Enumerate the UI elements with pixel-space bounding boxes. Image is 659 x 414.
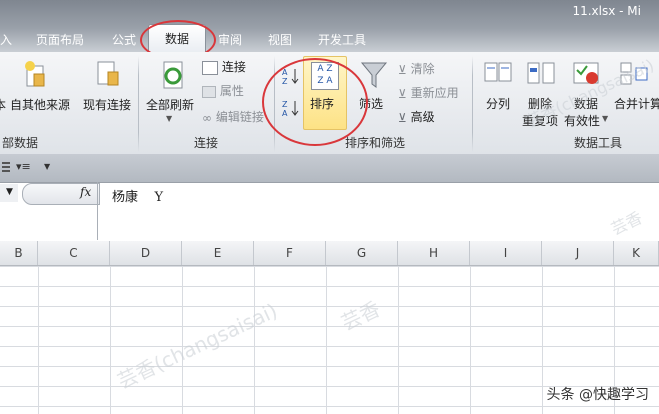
text-to-columns-icon xyxy=(484,60,512,88)
reapply-icon: ⊻ xyxy=(398,86,407,101)
tab-view[interactable]: 视图 xyxy=(268,30,292,50)
text-to-columns-button[interactable]: 分列 xyxy=(486,95,510,112)
refresh-all-icon xyxy=(160,60,188,92)
connections-label: 连接 xyxy=(221,60,246,74)
connections-button[interactable]: 连接 xyxy=(202,58,246,76)
other-sources-icon xyxy=(24,60,48,88)
advanced-button[interactable]: ⊻ 高级 xyxy=(398,108,435,126)
other-sources-button[interactable]: 自其他来源 xyxy=(10,96,70,113)
existing-connections-icon xyxy=(96,60,120,88)
column-header-b[interactable]: B xyxy=(0,241,38,265)
advanced-label: 高级 xyxy=(410,110,435,124)
validation-dropdown-icon[interactable]: ▼ xyxy=(602,114,608,123)
tab-insert[interactable]: 入 xyxy=(0,30,12,50)
fx-icon[interactable]: fx xyxy=(80,185,91,199)
column-header-i[interactable]: I xyxy=(470,241,542,265)
remove-duplicates-icon xyxy=(526,60,556,88)
group-label-connections: 连接 xyxy=(193,136,218,150)
edit-links-label: 编辑链接 xyxy=(215,110,264,124)
clear-label: 清除 xyxy=(410,62,435,76)
group-label-data-tools: 数据工具 xyxy=(573,136,622,150)
tab-developer[interactable]: 开发工具 xyxy=(318,30,366,50)
column-header-k[interactable]: K xyxy=(614,241,659,265)
highlight-circle-sort xyxy=(262,58,368,146)
formula-input[interactable]: 杨康 Y xyxy=(112,186,163,205)
tab-page-layout[interactable]: 页面布局 xyxy=(36,30,84,50)
refresh-all-button[interactable]: 全部刷新 xyxy=(146,96,194,113)
group-separator xyxy=(138,56,139,152)
name-box-dropdown-icon[interactable]: ▼ xyxy=(6,187,13,197)
name-box[interactable]: ▼ xyxy=(0,184,18,202)
customize-toolbar-icon[interactable]: ▾≡ xyxy=(16,160,31,173)
window-title: 11.xlsx - Mi xyxy=(572,4,641,18)
refresh-dropdown-icon[interactable]: ▼ xyxy=(166,114,172,123)
quick-access-toolbar xyxy=(0,154,659,182)
column-header-j[interactable]: J xyxy=(542,241,614,265)
connections-icon xyxy=(202,60,218,75)
clear-filter-icon: ⊻ xyxy=(398,62,407,77)
tab-formulas[interactable]: 公式 xyxy=(112,30,136,50)
properties-label: 属性 xyxy=(219,84,244,98)
link-icon: ∞ xyxy=(202,110,212,125)
column-header-f[interactable]: F xyxy=(254,241,326,265)
advanced-filter-icon: ⊻ xyxy=(398,110,407,125)
group-label-sort-filter: 排序和筛选 xyxy=(344,136,405,150)
toolbar-dropdown-icon[interactable]: ▼ xyxy=(44,162,50,171)
column-header-d[interactable]: D xyxy=(110,241,182,265)
grip-icon xyxy=(2,162,10,174)
column-header-g[interactable]: G xyxy=(326,241,398,265)
formula-divider xyxy=(97,182,98,240)
partial-button-label[interactable]: 本 xyxy=(0,96,6,113)
existing-connections-button[interactable]: 现有连接 xyxy=(83,96,131,113)
column-header-h[interactable]: H xyxy=(398,241,470,265)
footer-watermark: 头条 @快趣学习 xyxy=(546,387,649,403)
reapply-label: 重新应用 xyxy=(410,86,459,100)
consolidate-button[interactable]: 合并计算 xyxy=(614,95,659,112)
clear-button[interactable]: ⊻ 清除 xyxy=(398,60,435,78)
group-label-external-data: 部数据 xyxy=(1,136,38,150)
reapply-button[interactable]: ⊻ 重新应用 xyxy=(398,84,459,102)
group-separator xyxy=(472,56,473,152)
tab-review[interactable]: 审阅 xyxy=(218,30,242,50)
edit-links-button[interactable]: ∞ 编辑链接 xyxy=(202,108,264,126)
column-header-e[interactable]: E xyxy=(182,241,254,265)
properties-button[interactable]: 属性 xyxy=(202,82,244,100)
properties-icon xyxy=(202,85,216,98)
column-header-c[interactable]: C xyxy=(38,241,110,265)
